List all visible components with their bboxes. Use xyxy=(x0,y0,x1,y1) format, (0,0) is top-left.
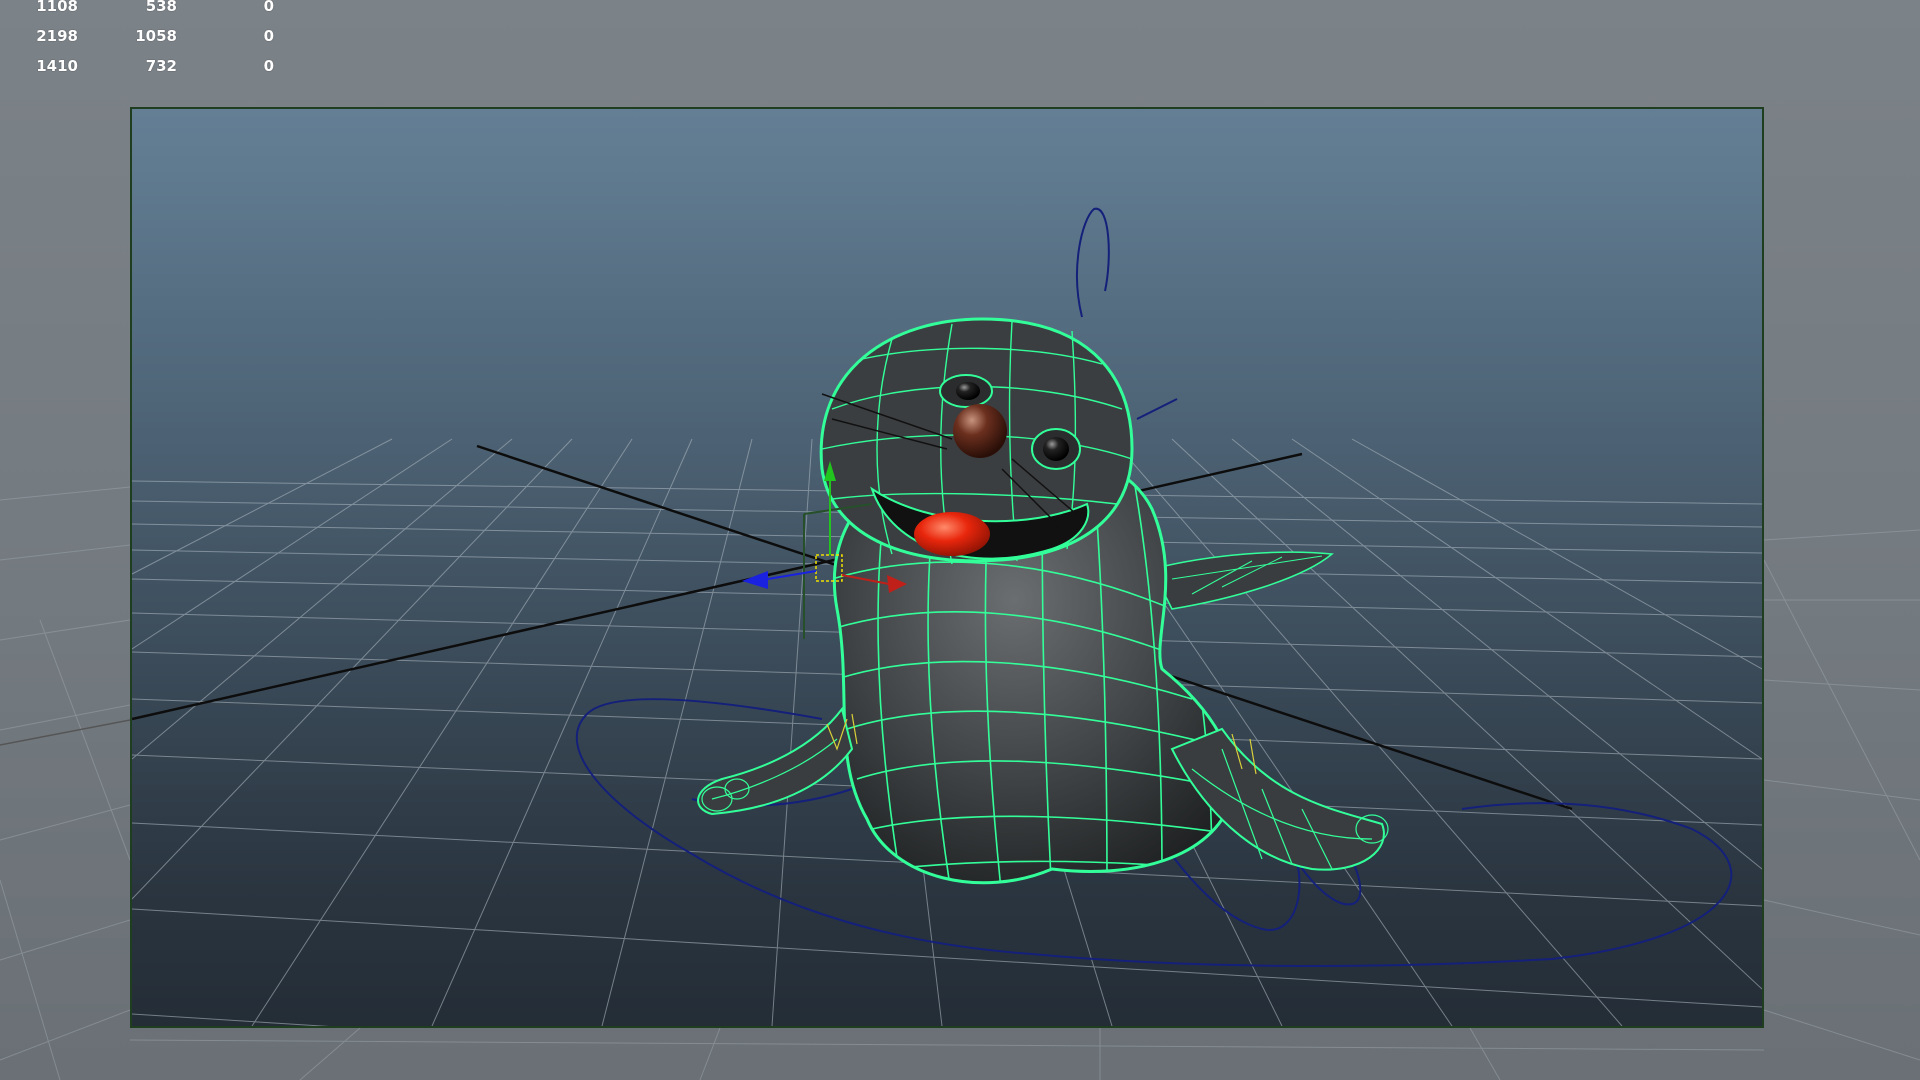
tongue xyxy=(914,512,990,556)
maya-workspace: 1108 538 0 2198 1058 0 1410 732 0 xyxy=(0,0,1920,1080)
viewport-3d[interactable] xyxy=(130,107,1764,1028)
right-eye xyxy=(1043,437,1069,461)
left-eye xyxy=(956,382,980,400)
hud-value: 0 xyxy=(263,57,274,75)
hud-value: 2198 xyxy=(36,27,78,45)
hud-value: 0 xyxy=(263,0,274,15)
hud-value: 0 xyxy=(263,27,274,45)
nose xyxy=(953,404,1007,458)
hud-row: 1108 538 0 xyxy=(0,0,300,17)
scene-render xyxy=(132,207,1762,1026)
left-front-flipper xyxy=(697,706,854,816)
hud-value: 732 xyxy=(145,57,177,75)
z-axis-manipulator-icon xyxy=(742,571,768,589)
hud-readout: 1108 538 0 2198 1058 0 1410 732 0 xyxy=(0,0,300,80)
right-front-flipper xyxy=(1170,727,1385,871)
hud-value: 1410 xyxy=(36,57,78,75)
hud-value: 1108 xyxy=(36,0,78,15)
hud-value: 1058 xyxy=(135,27,177,45)
back-flipper xyxy=(1150,551,1334,610)
hud-row: 2198 1058 0 xyxy=(0,27,300,47)
hud-value: 538 xyxy=(145,0,177,15)
hud-row: 1410 732 0 xyxy=(0,57,300,77)
